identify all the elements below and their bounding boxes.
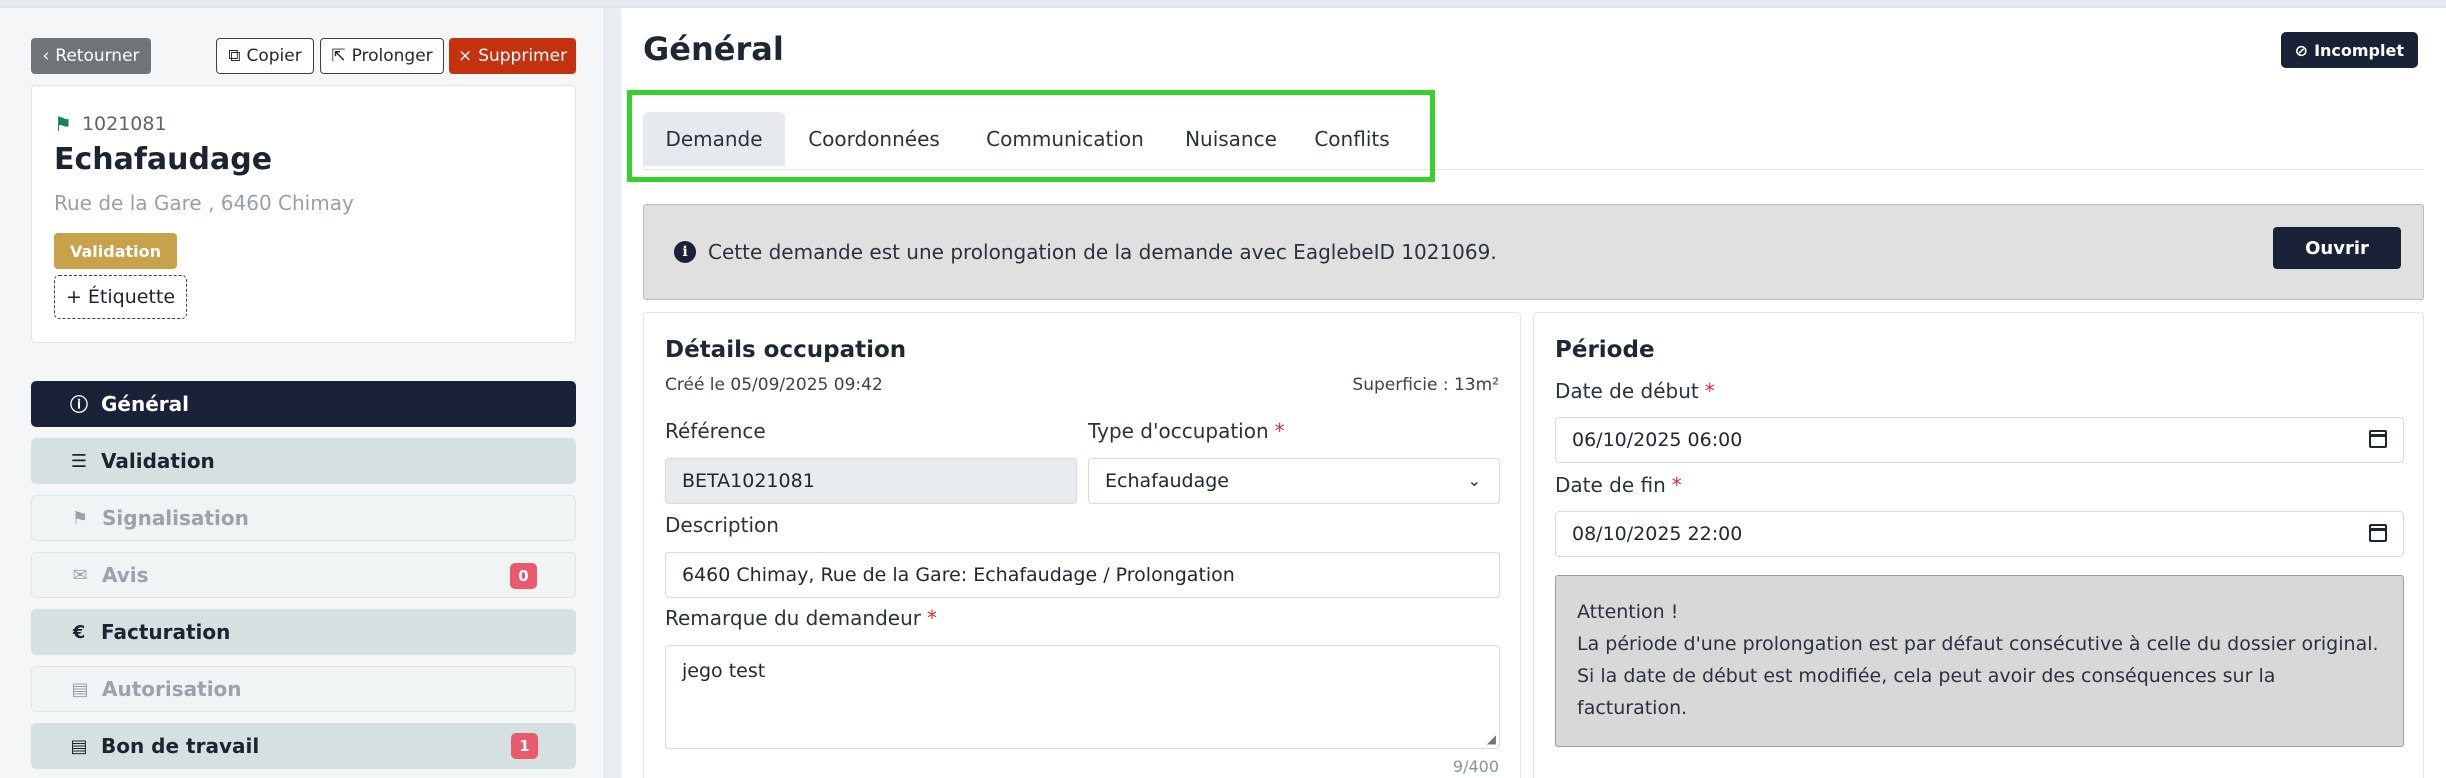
back-button[interactable]: ‹ Retourner: [31, 38, 151, 74]
tab-highlight-box: [627, 90, 1435, 182]
add-tag-button[interactable]: + Étiquette: [54, 275, 187, 319]
end-date-label-text: Date de fin: [1555, 473, 1666, 497]
reference-label: Référence: [665, 419, 766, 443]
incomplete-label: Incomplet: [2314, 40, 2404, 60]
sidebar-item-validation[interactable]: ☰ Validation: [31, 438, 576, 484]
type-value: Echafaudage: [1105, 470, 1229, 492]
type-label-text: Type d'occupation: [1088, 419, 1269, 443]
checklist-icon: ☰: [70, 450, 88, 472]
prolong-button-label: Prolonger: [351, 46, 433, 66]
remark-label-text: Remarque du demandeur: [665, 606, 921, 630]
remark-textarea[interactable]: jego test ◢: [665, 645, 1500, 749]
type-label: Type d'occupation *: [1088, 419, 1285, 443]
end-date-value: 08/10/2025 22:00: [1572, 523, 1743, 545]
main-content: Général ⊘ Incomplet Demande Coordonnées …: [621, 8, 2446, 778]
details-panel: Détails occupation Créé le 05/09/2025 09…: [643, 312, 1521, 778]
required-mark: *: [1671, 473, 1682, 497]
comment-icon: ✉: [72, 564, 88, 586]
sidebar-item-label: Bon de travail: [101, 734, 260, 758]
delete-button-label: Supprimer: [478, 46, 568, 66]
start-date-value: 06/10/2025 06:00: [1572, 429, 1743, 451]
remark-label: Remarque du demandeur *: [665, 606, 937, 630]
sidebar-item-facturation[interactable]: € Facturation: [31, 609, 576, 655]
period-title: Période: [1555, 337, 1655, 363]
open-button[interactable]: Ouvrir: [2273, 227, 2401, 269]
panel-divider: [604, 8, 621, 778]
sidebar-item-bon-de-travail[interactable]: ▤ Bon de travail 1: [31, 723, 576, 769]
incomplete-badge: ⊘ Incomplet: [2280, 32, 2418, 68]
signpost-icon: ⚑: [71, 507, 89, 529]
sidebar-item-signalisation[interactable]: ⚑ Signalisation: [31, 495, 576, 541]
close-icon: ×: [457, 46, 473, 66]
remark-counter: 9/400: [1452, 757, 1499, 776]
sidebar-item-label: Validation: [101, 449, 215, 473]
file-check-icon: ▤: [71, 678, 89, 700]
copy-button-label: Copier: [246, 46, 302, 66]
ban-icon: ⊘: [2294, 40, 2309, 60]
description-label: Description: [665, 513, 779, 537]
description-value: 6460 Chimay, Rue de la Gare: Echafaudage…: [682, 564, 1235, 586]
start-date-input[interactable]: 06/10/2025 06:00: [1555, 417, 2404, 463]
end-date-input[interactable]: 08/10/2025 22:00: [1555, 511, 2404, 557]
sidebar-item-avis[interactable]: ✉ Avis 0: [31, 552, 576, 598]
details-title: Détails occupation: [665, 337, 907, 363]
warning-title: Attention !: [1577, 601, 1679, 623]
sidebar-item-general[interactable]: ⓘ Général: [31, 381, 576, 427]
chevron-down-icon: ⌄: [1467, 471, 1481, 490]
period-panel: Période Date de début * 06/10/2025 06:00 …: [1533, 312, 2424, 778]
delete-button[interactable]: × Supprimer: [449, 38, 576, 74]
status-badge: Validation: [54, 233, 178, 269]
required-mark: *: [1704, 379, 1715, 403]
left-panel: ‹ Retourner ⧉ Copier ⇱ Prolonger × Suppr…: [0, 8, 604, 778]
sidebar-item-autorisation[interactable]: ▤ Autorisation: [31, 666, 576, 712]
remark-value: jego test: [682, 660, 766, 682]
sidebar-item-label: Avis: [102, 563, 149, 587]
info-icon: ⓘ: [70, 395, 88, 416]
record-card: ⚑ 1021081 Echafaudage Rue de la Gare , 6…: [31, 85, 576, 343]
euro-icon: €: [72, 621, 86, 643]
sidebar-item-label: Autorisation: [102, 677, 242, 701]
record-address: Rue de la Gare , 6460 Chimay: [54, 191, 354, 215]
calendar-icon[interactable]: [2369, 430, 2387, 448]
share-icon: ⇱: [331, 46, 346, 66]
signpost-icon: ⚑: [54, 112, 72, 136]
back-button-label: Retourner: [55, 46, 140, 66]
end-date-label: Date de fin *: [1555, 473, 1682, 497]
required-mark: *: [1274, 419, 1285, 443]
document-icon: ▤: [70, 735, 88, 757]
calendar-icon[interactable]: [2369, 524, 2387, 542]
reference-field: BETA1021081: [665, 458, 1077, 504]
start-date-label: Date de début *: [1555, 379, 1715, 403]
prolongation-info-box: i Cette demande est une prolongation de …: [643, 204, 2424, 300]
reference-value: BETA1021081: [682, 470, 815, 492]
sidebar-item-label: Général: [101, 392, 189, 416]
bon-count-badge: 1: [511, 733, 538, 759]
sidebar-item-label: Facturation: [101, 620, 231, 644]
chevron-left-icon: ‹: [42, 46, 50, 66]
copy-icon: ⧉: [228, 46, 241, 66]
description-field[interactable]: 6460 Chimay, Rue de la Gare: Echafaudage…: [665, 552, 1500, 598]
type-select[interactable]: Echafaudage ⌄: [1088, 458, 1500, 504]
record-id: 1021081: [81, 113, 167, 135]
record-id-row: ⚑ 1021081: [54, 112, 167, 136]
copy-button[interactable]: ⧉ Copier: [216, 38, 314, 74]
top-border: [0, 0, 2446, 8]
prolong-button[interactable]: ⇱ Prolonger: [320, 38, 444, 74]
area-value: Superficie : 13m²: [1352, 375, 1499, 395]
prolongation-warning: Attention ! La période d'une prolongatio…: [1555, 575, 2404, 747]
start-date-label-text: Date de début: [1555, 379, 1699, 403]
record-title: Echafaudage: [54, 142, 273, 177]
sidebar-item-label: Signalisation: [102, 506, 249, 530]
avis-count-badge: 0: [510, 563, 537, 589]
page-title: Général: [643, 30, 784, 68]
required-mark: *: [927, 606, 937, 630]
resize-grip-icon[interactable]: ◢: [1487, 732, 1496, 746]
created-date: Créé le 05/09/2025 09:42: [665, 375, 883, 395]
warning-text: La période d'une prolongation est par dé…: [1577, 633, 2379, 719]
prolongation-message: Cette demande est une prolongation de la…: [708, 240, 1497, 264]
info-icon: i: [674, 241, 696, 263]
